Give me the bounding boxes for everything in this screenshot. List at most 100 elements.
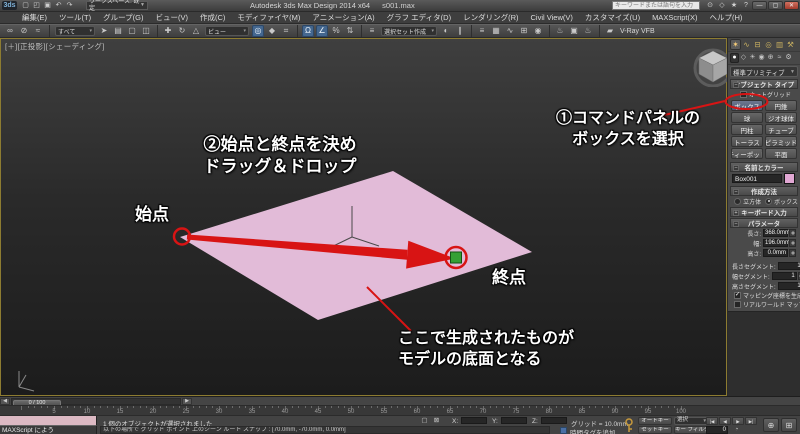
- select-move-icon[interactable]: ✚: [162, 25, 174, 37]
- new-file-icon[interactable]: ▢: [20, 1, 31, 10]
- helpers-icon[interactable]: ⊕: [766, 53, 775, 63]
- rollout-header-creation-method[interactable]: − 作成方法: [730, 186, 798, 196]
- shapes-icon[interactable]: ◇: [739, 53, 748, 63]
- spinner-control[interactable]: [789, 239, 796, 247]
- menu-item[interactable]: アニメーション(A): [306, 12, 380, 23]
- open-file-icon[interactable]: ◰: [31, 1, 42, 10]
- named-sets-dropdown[interactable]: 選択セット作成▾: [381, 26, 437, 36]
- track-bar-ruler[interactable]: 5101520253035404550556065707580859095100: [0, 405, 800, 415]
- prev-frame-icon[interactable]: ◀: [719, 417, 731, 425]
- parameter-field[interactable]: 1: [778, 262, 800, 270]
- maxscript-listener[interactable]: MAXScript によう: [0, 426, 97, 434]
- parameter-field[interactable]: 368.0mm: [763, 229, 788, 237]
- reference-coordinate-dropdown[interactable]: ビュー▾: [205, 26, 249, 36]
- z-coord-field[interactable]: [541, 417, 567, 424]
- object-type-button[interactable]: トーラス: [731, 136, 763, 147]
- primitive-category-dropdown[interactable]: 標準プリミティブ ▼: [730, 66, 798, 77]
- max-logo[interactable]: 3ds: [2, 1, 17, 10]
- radio-button[interactable]: [734, 198, 741, 205]
- select-object-icon[interactable]: ➤: [98, 25, 110, 37]
- modify-tab-icon[interactable]: ∿: [741, 39, 752, 50]
- next-frame-button[interactable]: ▶: [182, 398, 192, 405]
- object-type-button[interactable]: 球: [731, 112, 763, 123]
- schematic-view-icon[interactable]: ⊞: [518, 25, 530, 37]
- select-manipulate-icon[interactable]: ◆: [266, 25, 278, 37]
- select-rotate-icon[interactable]: ↻: [176, 25, 188, 37]
- display-tab-icon[interactable]: ▥: [774, 39, 785, 50]
- menu-item[interactable]: MAXScript(X): [646, 13, 703, 22]
- menu-item[interactable]: ビュー(V): [149, 12, 194, 23]
- rollout-header-object-type[interactable]: − オブジェクト タイプ: [730, 79, 798, 89]
- keyboard-override-icon[interactable]: ⌗: [280, 25, 292, 37]
- menu-item[interactable]: モディファイヤ(M): [231, 12, 306, 23]
- menu-item[interactable]: レンダリング(R): [457, 12, 524, 23]
- cameras-icon[interactable]: ◉: [757, 53, 766, 63]
- zoom-extents-icon[interactable]: ⊞: [781, 418, 797, 432]
- object-type-button[interactable]: ジオ球体: [765, 112, 797, 123]
- go-end-icon[interactable]: ▶|: [745, 417, 757, 425]
- collapse-icon[interactable]: −: [733, 165, 739, 171]
- mirror-icon[interactable]: ◐: [440, 25, 452, 37]
- window-crossing-icon[interactable]: ◫: [140, 25, 152, 37]
- curve-editor-icon[interactable]: ∿: [504, 25, 516, 37]
- parameter-field[interactable]: 196.0mm: [763, 239, 788, 247]
- use-pivot-center-icon[interactable]: ◎: [252, 25, 264, 37]
- save-file-icon[interactable]: ▣: [42, 1, 53, 10]
- zoom-icon[interactable]: ⊕: [763, 418, 779, 432]
- percent-snap-icon[interactable]: %: [330, 25, 342, 37]
- align-icon[interactable]: ∥: [454, 25, 466, 37]
- collapse-icon[interactable]: −: [733, 82, 739, 88]
- systems-icon[interactable]: ⚙: [784, 53, 793, 63]
- collapse-icon[interactable]: −: [733, 221, 739, 227]
- lights-icon[interactable]: ☀: [748, 53, 757, 63]
- time-configuration-icon[interactable]: ◔: [732, 426, 741, 434]
- object-color-swatch[interactable]: [784, 173, 795, 184]
- menu-item[interactable]: 作成(C): [194, 12, 231, 23]
- hierarchy-tab-icon[interactable]: ⊟: [752, 39, 763, 50]
- restore-button[interactable]: ▢: [768, 1, 783, 10]
- spinner-snap-icon[interactable]: ⇅: [344, 25, 356, 37]
- checkbox[interactable]: [734, 301, 741, 308]
- edit-named-sets-icon[interactable]: ≡: [366, 25, 378, 37]
- key-selection-dropdown[interactable]: 選択 ▼: [674, 417, 710, 426]
- space-warps-icon[interactable]: ≈: [775, 53, 784, 63]
- minimize-button[interactable]: —: [752, 1, 767, 10]
- layer-manager-icon[interactable]: ≡: [476, 25, 488, 37]
- vray-icon[interactable]: ▰: [604, 25, 616, 37]
- object-type-button[interactable]: ピラミッド: [765, 136, 797, 147]
- unlink-selection-icon[interactable]: ⊘: [18, 25, 30, 37]
- material-editor-icon[interactable]: ◉: [532, 25, 544, 37]
- object-name-field[interactable]: Box001: [732, 174, 782, 183]
- motion-tab-icon[interactable]: ◎: [763, 39, 774, 50]
- utilities-tab-icon[interactable]: ⚒: [785, 39, 796, 50]
- vray-vfb-label[interactable]: V-Ray VFB: [620, 28, 655, 35]
- menu-item[interactable]: グループ(G): [97, 12, 149, 23]
- infocenter-search-input[interactable]: [612, 1, 700, 10]
- prev-frame-button[interactable]: ◀: [0, 398, 10, 405]
- angle-snap-icon[interactable]: ∠: [316, 25, 328, 37]
- menu-item[interactable]: グラフ エディタ(D): [381, 12, 457, 23]
- object-type-button[interactable]: 円柱: [731, 124, 763, 135]
- maxscript-macro-recorder[interactable]: [0, 416, 97, 426]
- parameter-field[interactable]: 0.0mm: [763, 249, 788, 257]
- bind-to-space-warp-icon[interactable]: ≈: [32, 25, 44, 37]
- x-coord-field[interactable]: [461, 417, 487, 424]
- create-tab-icon[interactable]: ✶: [730, 39, 741, 50]
- rollout-header-name-color[interactable]: − 名前とカラー: [730, 162, 798, 172]
- render-setup-icon[interactable]: ♨: [554, 25, 566, 37]
- object-type-button[interactable]: チューブ: [765, 124, 797, 135]
- select-scale-icon[interactable]: △: [190, 25, 202, 37]
- auto-key-button[interactable]: オートキー: [638, 417, 672, 426]
- key-filters-button[interactable]: キー フィルタ...: [674, 426, 710, 434]
- play-icon[interactable]: ▶: [732, 417, 744, 425]
- collapse-icon[interactable]: −: [733, 189, 739, 195]
- object-type-button[interactable]: 平面: [765, 148, 797, 159]
- menu-item[interactable]: ツール(T): [53, 12, 97, 23]
- autogrid-checkbox[interactable]: [740, 91, 747, 98]
- time-tag-label[interactable]: 時間タグを追加: [570, 427, 616, 434]
- selection-lock-icon[interactable]: ⊠: [432, 417, 441, 425]
- spinner-control[interactable]: [789, 229, 796, 237]
- rollout-header-keyboard-entry[interactable]: + キーボード入力: [730, 207, 798, 217]
- expand-icon[interactable]: +: [733, 210, 739, 216]
- spinner-down-icon[interactable]: [791, 243, 795, 245]
